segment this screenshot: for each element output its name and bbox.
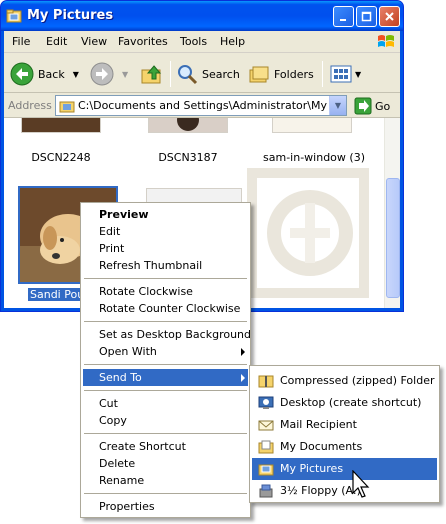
folders-button[interactable]: Folders <box>248 61 314 87</box>
send-to-compressed-folder[interactable]: Compressed (zipped) Folder <box>252 370 437 392</box>
back-dropdown-icon[interactable]: ▼ <box>73 70 79 79</box>
windows-logo-icon <box>378 35 394 47</box>
up-folder-icon <box>141 65 162 84</box>
menu-separator <box>84 390 247 391</box>
views-dropdown-icon[interactable]: ▼ <box>355 70 361 79</box>
menu-item-print[interactable]: Print <box>83 240 248 257</box>
title-bar[interactable]: My Pictures <box>1 1 403 31</box>
menu-item-create-shortcut[interactable]: Create Shortcut <box>83 438 248 455</box>
folders-icon <box>249 66 269 83</box>
menu-item-copy[interactable]: Copy <box>83 412 248 429</box>
send-to-submenu: Compressed (zipped) Folder Desktop (crea… <box>249 365 440 503</box>
menu-edit[interactable]: Edit <box>46 35 67 48</box>
close-icon <box>385 12 394 21</box>
thumbnail-image[interactable] <box>148 118 228 133</box>
folder-icon <box>258 440 274 454</box>
send-to-label: Send To <box>99 371 142 384</box>
address-label: Address <box>8 99 52 112</box>
go-label: Go <box>375 99 391 113</box>
address-input[interactable]: C:\Documents and Settings\Administrator\… <box>55 95 347 116</box>
address-dropdown-button[interactable]: ▼ <box>329 96 346 115</box>
folder-icon <box>59 101 75 113</box>
window-title: My Pictures <box>27 8 114 23</box>
submenu-arrow-icon <box>241 348 245 356</box>
search-button[interactable]: Search <box>176 61 240 87</box>
forward-arrow-icon <box>90 62 114 86</box>
menu-help[interactable]: Help <box>220 35 245 48</box>
back-label: Back <box>38 67 65 81</box>
back-arrow-icon <box>10 62 34 86</box>
minimize-button[interactable] <box>333 6 354 27</box>
desktop-icon <box>258 396 274 409</box>
menu-item-preview[interactable]: Preview <box>83 206 248 223</box>
menu-favorites[interactable]: Favorites <box>118 35 168 48</box>
folder-icon <box>258 464 274 476</box>
search-icon <box>178 65 198 85</box>
forward-dropdown-icon: ▼ <box>122 69 129 79</box>
zip-folder-icon <box>258 375 274 388</box>
menu-item-delete[interactable]: Delete <box>83 455 248 472</box>
send-to-desktop[interactable]: Desktop (create shortcut) <box>252 392 437 414</box>
chevron-down-icon: ▼ <box>334 101 342 110</box>
folder-icon <box>6 9 22 23</box>
menu-separator <box>84 321 247 322</box>
search-label: Search <box>202 67 240 81</box>
menu-tools[interactable]: Tools <box>180 35 207 48</box>
thumbnail-image[interactable] <box>21 118 101 133</box>
send-to-my-pictures[interactable]: My Pictures <box>252 458 437 480</box>
minimize-icon <box>340 19 346 21</box>
menu-item-set-desktop-background[interactable]: Set as Desktop Background <box>83 326 251 343</box>
menu-item-rename[interactable]: Rename <box>83 472 248 489</box>
go-button[interactable]: Go <box>354 97 390 115</box>
menu-file[interactable]: File <box>12 35 30 48</box>
menu-item-send-to[interactable]: Send To <box>83 369 248 386</box>
maximize-button[interactable] <box>356 6 377 27</box>
pictures-watermark-icon <box>247 168 369 298</box>
vertical-scrollbar[interactable] <box>384 118 400 308</box>
thumbnail-label[interactable]: DSCN2248 <box>16 151 106 164</box>
views-button[interactable]: ▼ <box>330 61 361 87</box>
go-arrow-icon <box>354 97 372 115</box>
toolbar-separator <box>322 61 323 87</box>
menu-item-properties[interactable]: Properties <box>83 498 248 515</box>
submenu-arrow-icon <box>241 374 245 382</box>
scrollbar-thumb[interactable] <box>386 178 400 298</box>
context-menu: Preview Edit Print Refresh Thumbnail Rot… <box>80 202 251 518</box>
menu-separator <box>84 493 247 494</box>
thumbnail-label-selected[interactable]: Sandi Pou <box>28 288 87 301</box>
back-button[interactable]: Back ▼ <box>10 61 79 87</box>
send-to-mail-recipient[interactable]: Mail Recipient <box>252 414 437 436</box>
views-icon <box>330 65 352 83</box>
send-to-floppy[interactable]: 3½ Floppy (A:) <box>252 480 437 502</box>
menu-separator <box>84 364 247 365</box>
menu-item-refresh-thumbnail[interactable]: Refresh Thumbnail <box>83 257 248 274</box>
toolbar: Back ▼ ▼ Search Folders ▼ <box>4 53 400 93</box>
floppy-icon <box>259 484 273 498</box>
menu-item-cut[interactable]: Cut <box>83 395 248 412</box>
address-bar: Address C:\Documents and Settings\Admini… <box>4 93 400 118</box>
open-with-label: Open With <box>99 345 157 358</box>
send-to-my-documents[interactable]: My Documents <box>252 436 437 458</box>
close-button[interactable] <box>379 6 400 27</box>
maximize-icon <box>361 11 372 22</box>
menu-item-rotate-counter-clockwise[interactable]: Rotate Counter Clockwise <box>83 300 248 317</box>
menu-item-edit[interactable]: Edit <box>83 223 248 240</box>
menu-view[interactable]: View <box>81 35 107 48</box>
thumbnail-label[interactable]: DSCN3187 <box>143 151 233 164</box>
menu-item-rotate-clockwise[interactable]: Rotate Clockwise <box>83 283 248 300</box>
address-value: C:\Documents and Settings\Administrator\… <box>78 99 346 112</box>
up-folder-button[interactable] <box>140 61 164 87</box>
menu-item-open-with[interactable]: Open With <box>83 343 248 360</box>
menu-bar: File Edit View Favorites Tools Help <box>4 31 400 53</box>
thumbnail-image[interactable] <box>272 118 352 133</box>
folders-label: Folders <box>274 67 314 81</box>
forward-button[interactable]: ▼ <box>90 61 128 87</box>
mouse-cursor-icon <box>352 470 370 498</box>
menu-separator <box>84 278 247 279</box>
mail-icon <box>258 420 274 431</box>
toolbar-separator <box>170 61 171 87</box>
menu-separator <box>84 433 247 434</box>
